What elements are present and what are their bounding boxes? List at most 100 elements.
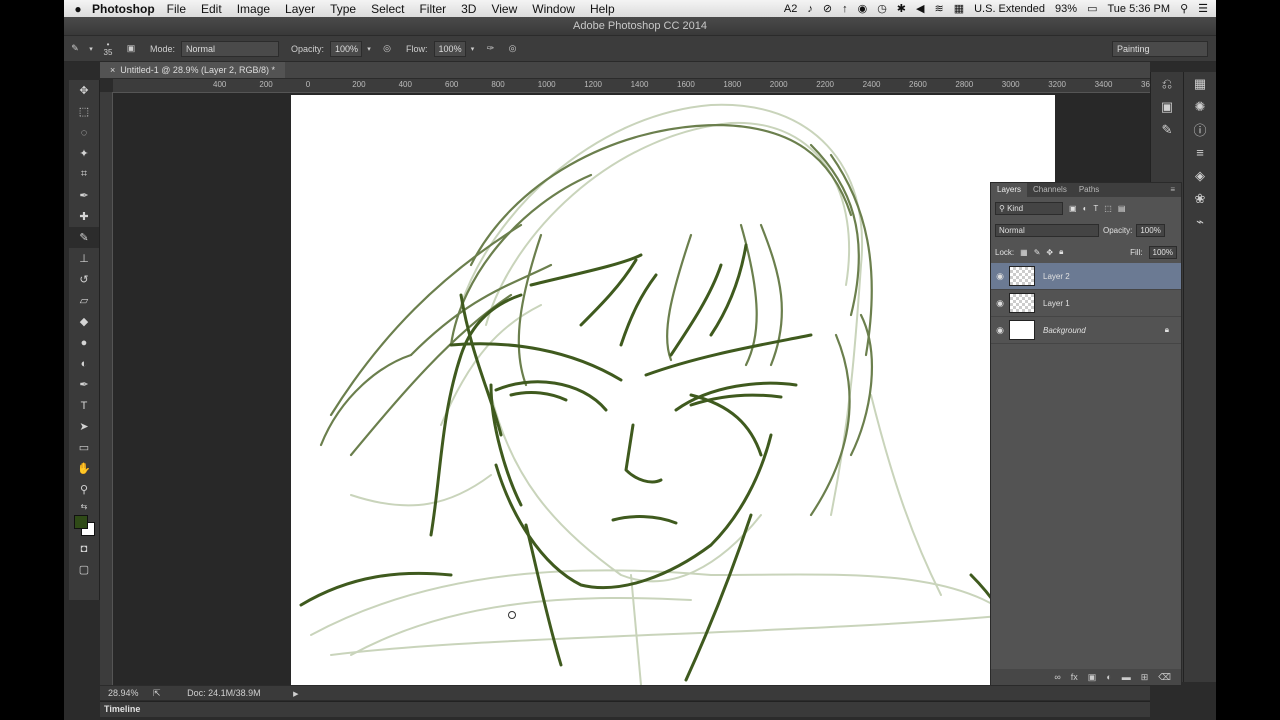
brush-tool-preset-icon[interactable]: ✎ — [64, 43, 86, 54]
type-tool-icon[interactable]: T — [69, 395, 99, 416]
workspace-select[interactable]: Painting — [1112, 40, 1208, 57]
filter-smart-icon[interactable]: ▤ — [1118, 204, 1126, 213]
adjustment-layer-icon[interactable]: ◐ — [1106, 672, 1111, 682]
document-canvas[interactable] — [291, 95, 1055, 685]
menu-edit[interactable]: Edit — [201, 2, 222, 16]
close-icon[interactable]: × — [110, 65, 115, 75]
battery-percent[interactable]: 93% — [1055, 3, 1077, 15]
upload-icon[interactable]: ↑ — [842, 3, 848, 15]
layer-filter-select[interactable]: ⚲ Kind — [995, 201, 1063, 215]
eye-icon[interactable]: ◉ — [991, 271, 1009, 282]
bluetooth-icon[interactable]: ✱ — [897, 2, 906, 15]
quick-mask-icon[interactable]: ◘ — [69, 538, 99, 559]
info-icon[interactable]: ⓘ — [1184, 118, 1216, 141]
notification-center-icon[interactable]: ☰ — [1198, 2, 1208, 15]
magic-wand-tool-icon[interactable]: ✦ — [69, 143, 99, 164]
lock-transparent-icon[interactable]: ▦ — [1020, 248, 1028, 257]
eraser-tool-icon[interactable]: ▱ — [69, 290, 99, 311]
document-tab[interactable]: × Untitled-1 @ 28.9% (Layer 2, RGB/8) * — [100, 62, 285, 78]
panel-menu-icon[interactable]: ≡ — [1164, 183, 1181, 197]
lasso-tool-icon[interactable]: ◌ — [69, 122, 99, 143]
filter-shape-icon[interactable]: ⬚ — [1104, 204, 1112, 213]
zoom-tool-icon[interactable]: ⚲ — [69, 479, 99, 500]
apple-icon[interactable]: ● — [64, 2, 92, 16]
adobe-icon[interactable]: A2 — [784, 3, 797, 15]
brush-tool-icon[interactable]: ✎ — [69, 227, 99, 248]
tab-paths[interactable]: Paths — [1073, 183, 1105, 197]
menu-type[interactable]: Type — [330, 2, 356, 16]
menu-app-name[interactable]: Photoshop — [92, 2, 155, 16]
input-source[interactable]: U.S. Extended — [974, 3, 1045, 15]
menu-help[interactable]: Help — [590, 2, 615, 16]
swatches-panel-icon[interactable]: ▣ — [1151, 95, 1183, 118]
history-brush-tool-icon[interactable]: ↺ — [69, 269, 99, 290]
menu-select[interactable]: Select — [371, 2, 404, 16]
pressure-opacity-icon[interactable]: ◎ — [376, 43, 398, 54]
lock-all-icon[interactable]: 🔒︎ — [1059, 247, 1063, 257]
layer-row[interactable]: ◉ Layer 2 — [991, 263, 1181, 290]
blur-tool-icon[interactable]: ● — [69, 332, 99, 353]
group-icon[interactable]: ▬ — [1122, 672, 1131, 682]
paths-panel-icon[interactable]: ⌁ — [1184, 210, 1216, 233]
filter-adjust-icon[interactable]: ◐ — [1083, 204, 1088, 213]
clone-stamp-tool-icon[interactable]: ⊥ — [69, 248, 99, 269]
menu-file[interactable]: File — [167, 2, 186, 16]
pressure-size-icon[interactable]: ◎ — [502, 43, 524, 54]
layer-opacity-field[interactable]: 100% — [1136, 223, 1165, 237]
crop-tool-icon[interactable]: ⌗ — [69, 164, 99, 185]
wifi-icon[interactable]: ≋ — [934, 2, 943, 15]
menu-image[interactable]: Image — [237, 2, 270, 16]
menu-view[interactable]: View — [491, 2, 517, 16]
layer-name[interactable]: Layer 2 — [1043, 272, 1070, 281]
menu-layer[interactable]: Layer — [285, 2, 315, 16]
move-tool-icon[interactable]: ✥ — [69, 80, 99, 101]
timeline-panel[interactable]: Timeline — [100, 701, 1150, 717]
circle-icon[interactable]: ◉ — [858, 2, 868, 15]
healing-brush-tool-icon[interactable]: ✚ — [69, 206, 99, 227]
chevron-down-icon[interactable]: ▾ — [362, 45, 376, 53]
layer-row[interactable]: ◉ Background 🔒︎ — [991, 317, 1181, 344]
lock-position-icon[interactable]: ✥ — [1046, 248, 1053, 257]
brush-presets-icon[interactable]: ✎ — [1151, 118, 1183, 141]
tab-channels[interactable]: Channels — [1027, 183, 1073, 197]
layer-name[interactable]: Background — [1043, 326, 1086, 335]
paint-bucket-tool-icon[interactable]: ◆ — [69, 311, 99, 332]
share-icon[interactable]: ⇱ — [153, 688, 161, 698]
settings-icon[interactable]: ✺ — [1184, 95, 1216, 118]
filter-pixel-icon[interactable]: ▣ — [1069, 204, 1077, 213]
filter-type-icon[interactable]: T — [1093, 204, 1098, 213]
menu-3d[interactable]: 3D — [461, 2, 476, 16]
brush-size-picker[interactable]: • 35 — [96, 40, 120, 57]
menu-filter[interactable]: Filter — [419, 2, 446, 16]
blend-mode-select[interactable]: Normal — [995, 223, 1099, 237]
screen-mode-icon[interactable]: ▢ — [69, 559, 99, 580]
rectangle-tool-icon[interactable]: ▭ — [69, 437, 99, 458]
pen-tool-icon[interactable]: ✒ — [69, 374, 99, 395]
link-icon[interactable]: ∞ — [1054, 672, 1060, 682]
channels-panel-icon[interactable]: ❀ — [1184, 187, 1216, 210]
mask-icon[interactable]: ▣ — [1088, 672, 1097, 683]
layer-name[interactable]: Layer 1 — [1043, 299, 1070, 308]
flow-field[interactable]: 100% — [433, 40, 466, 57]
eye-icon[interactable]: ◉ — [991, 298, 1009, 309]
mode-select[interactable]: Normal — [181, 40, 280, 57]
status-menu-arrow-icon[interactable]: ▶ — [293, 691, 298, 698]
tab-layers[interactable]: Layers — [991, 183, 1028, 197]
history-panel-icon[interactable]: ⎌ — [1151, 72, 1183, 95]
battery-icon[interactable]: ▭ — [1087, 2, 1097, 15]
layers-panel-icon[interactable]: ◈ — [1184, 164, 1216, 187]
fill-field[interactable]: 100% — [1148, 245, 1177, 259]
volume-icon[interactable]: ◀ — [916, 2, 924, 15]
eye-icon[interactable]: ◉ — [991, 325, 1009, 336]
time-machine-icon[interactable]: ◷ — [877, 2, 887, 15]
fx-icon[interactable]: fx — [1071, 672, 1078, 682]
marquee-tool-icon[interactable]: ⬚ — [69, 101, 99, 122]
sync-icon[interactable]: ⊘ — [823, 2, 832, 15]
airbrush-icon[interactable]: ✑ — [480, 43, 502, 54]
chevron-down-icon[interactable]: ▾ — [466, 45, 480, 53]
opacity-field[interactable]: 100% — [330, 40, 363, 57]
adjustments-icon[interactable]: ≡ — [1184, 141, 1216, 164]
eyedropper-tool-icon[interactable]: ✒ — [69, 185, 99, 206]
dodge-tool-icon[interactable]: ◐ — [69, 353, 99, 374]
bell-icon[interactable]: ♪ — [807, 3, 813, 15]
